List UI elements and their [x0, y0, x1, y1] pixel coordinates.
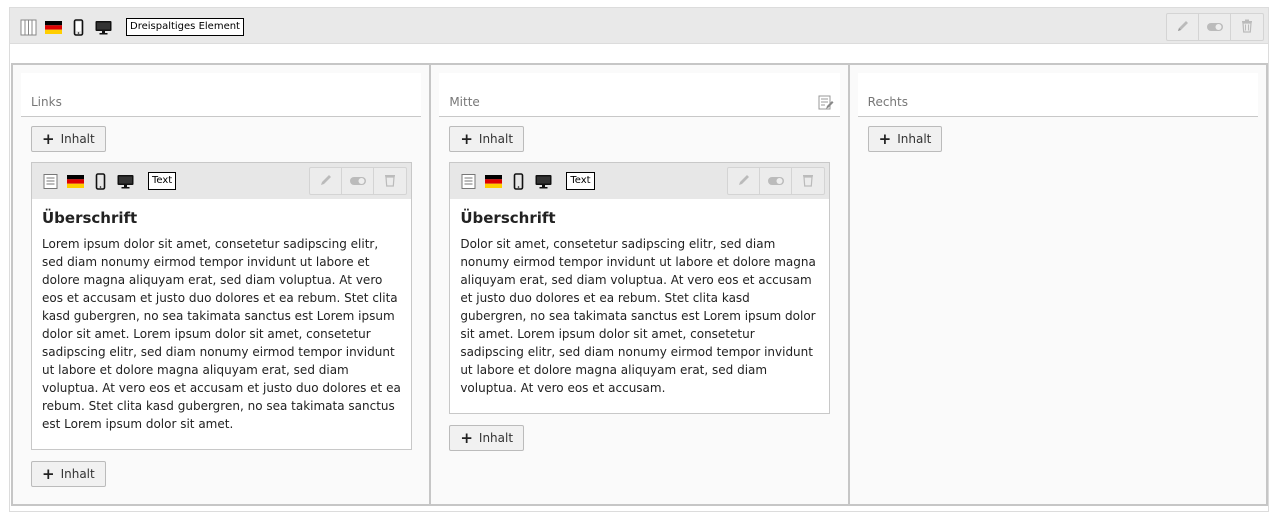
desktop-icon	[117, 173, 134, 190]
grid-columns-icon	[20, 19, 37, 36]
toggle-visibility-button[interactable]	[342, 168, 374, 194]
element-actions	[727, 167, 826, 195]
toggle-visibility-button[interactable]	[1199, 14, 1231, 40]
edit-column-icon[interactable]	[818, 95, 834, 115]
add-content-button[interactable]: + Inhalt	[867, 126, 943, 152]
plus-icon: +	[878, 129, 892, 148]
trash-icon	[802, 172, 814, 191]
column-header: Mitte	[439, 73, 840, 117]
element-text: Lorem ipsum dolor sit amet, consetetur s…	[42, 237, 401, 431]
element-header: Text	[450, 163, 830, 199]
element-header: Text	[32, 163, 411, 199]
element-heading: Überschrift	[460, 209, 556, 227]
column-grid: Links + Inhalt Text Überschrift Lorem ip…	[11, 63, 1268, 506]
element-actions	[309, 167, 407, 195]
mobile-icon	[510, 172, 527, 190]
column-links: Links + Inhalt Text Überschrift Lorem ip…	[13, 65, 432, 504]
add-content-label: Inhalt	[478, 431, 514, 445]
column-title: Links	[31, 95, 62, 109]
edit-element-button[interactable]	[728, 168, 761, 194]
text-element-icon	[460, 173, 477, 190]
container-type-label: Dreispaltiges Element	[126, 18, 244, 36]
add-content-button[interactable]: + Inhalt	[31, 126, 106, 152]
pencil-icon	[319, 172, 333, 191]
add-content-button[interactable]: + Inhalt	[449, 425, 525, 451]
edit-element-button[interactable]	[310, 168, 342, 194]
three-column-container: Dreispaltiges Element Links + Inhalt Tex…	[9, 7, 1269, 512]
plus-icon: +	[460, 428, 473, 447]
column-mitte: Mitte + Inhalt Text Überschrift Dolor si…	[431, 65, 850, 504]
element-text: Dolor sit amet, consetetur sadipscing el…	[460, 237, 816, 395]
trash-icon	[1241, 18, 1253, 37]
toggle-visibility-button[interactable]	[760, 168, 793, 194]
edit-container-button[interactable]	[1167, 14, 1199, 40]
column-title: Mitte	[449, 95, 480, 109]
element-header-icons: Text	[460, 172, 595, 190]
element-body[interactable]: Überschrift Dolor sit amet, consetetur s…	[450, 199, 829, 409]
pencil-icon	[737, 172, 751, 191]
element-heading: Überschrift	[42, 209, 138, 227]
plus-icon: +	[42, 129, 55, 148]
toggle-icon	[1206, 18, 1224, 37]
element-body[interactable]: Überschrift Lorem ipsum dolor sit amet, …	[32, 199, 411, 445]
desktop-icon	[95, 19, 112, 36]
mobile-icon	[70, 18, 87, 36]
column-title: Rechts	[867, 95, 908, 109]
mobile-icon	[92, 172, 109, 190]
delete-container-button[interactable]	[1231, 14, 1263, 40]
add-content-label: Inhalt	[897, 132, 932, 146]
add-content-label: Inhalt	[478, 132, 514, 146]
column-header: Links	[21, 73, 422, 117]
german-flag-icon	[67, 173, 84, 190]
container-header: Dreispaltiges Element	[10, 8, 1268, 44]
add-content-label: Inhalt	[60, 132, 95, 146]
toggle-icon	[767, 172, 785, 191]
content-element: Text Überschrift	[449, 162, 831, 414]
plus-icon: +	[460, 129, 473, 148]
german-flag-icon	[485, 173, 503, 190]
add-content-button[interactable]: + Inhalt	[449, 126, 525, 152]
german-flag-icon	[45, 19, 62, 36]
element-type-label: Text	[148, 172, 177, 190]
pencil-icon	[1176, 18, 1190, 37]
content-element: Text Überschrift	[31, 162, 412, 450]
desktop-icon	[535, 173, 552, 190]
element-type-label: Text	[566, 172, 595, 190]
plus-icon: +	[42, 464, 55, 483]
element-header-icons: Text	[42, 172, 177, 190]
container-actions	[1166, 13, 1264, 41]
text-element-icon	[42, 173, 59, 190]
add-content-label: Inhalt	[60, 467, 95, 481]
container-header-icons: Dreispaltiges Element	[20, 18, 244, 36]
column-rechts: Rechts + Inhalt	[850, 65, 1266, 504]
add-content-button[interactable]: + Inhalt	[31, 461, 106, 487]
delete-element-button[interactable]	[792, 168, 824, 194]
column-header: Rechts	[857, 73, 1258, 117]
trash-icon	[384, 172, 396, 191]
toggle-icon	[349, 172, 367, 191]
delete-element-button[interactable]	[374, 168, 406, 194]
